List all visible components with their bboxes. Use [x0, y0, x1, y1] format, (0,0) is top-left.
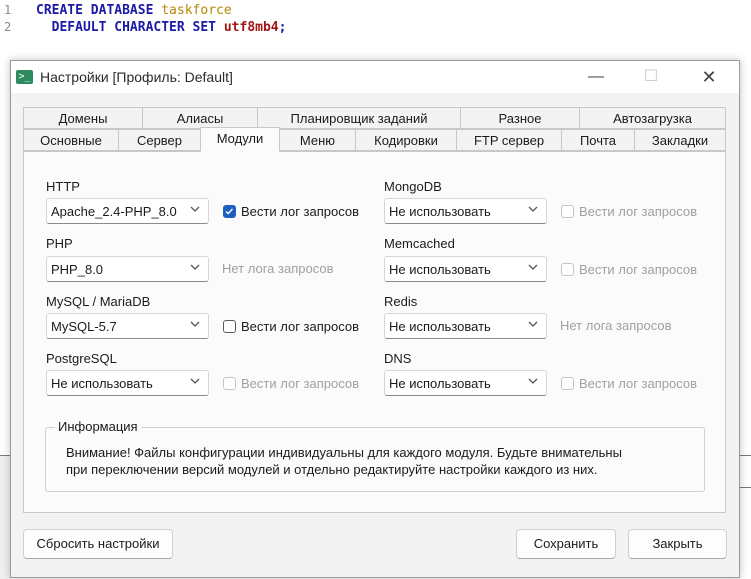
postgresql-select[interactable]: Не использовать [46, 370, 209, 396]
tab-domains[interactable]: Домены [23, 107, 143, 129]
http-select-value: Apache_2.4-PHP_8.0 [51, 204, 177, 219]
postgresql-select-value: Не использовать [51, 376, 153, 391]
mysql-log-label[interactable]: Вести лог запросов [241, 319, 359, 334]
dns-select-value: Не использовать [389, 376, 491, 391]
terminal-icon: >_ [16, 70, 33, 84]
postgresql-label: PostgreSQL [46, 351, 117, 366]
redis-select-value: Не использовать [389, 319, 491, 334]
info-message: Внимание! Файлы конфигурации индивидуаль… [66, 444, 686, 478]
dialog-title: Настройки [Профиль: Default] [40, 69, 233, 85]
info-line: при переключении версий модулей и отдель… [66, 462, 598, 477]
redis-select[interactable]: Не использовать [384, 313, 547, 339]
tab-menu[interactable]: Меню [279, 129, 356, 151]
maximize-button[interactable]: ☐ [629, 61, 673, 93]
chevron-down-icon [528, 321, 538, 327]
chevron-down-icon [190, 321, 200, 327]
http-label: HTTP [46, 179, 80, 194]
dns-label: DNS [384, 351, 412, 366]
tab-ftp-server[interactable]: FTP сервер [456, 129, 562, 151]
tab-server[interactable]: Сервер [118, 129, 201, 151]
memcached-select[interactable]: Не использовать [384, 256, 547, 282]
code-keyword: DEFAULT CHARACTER SET [36, 20, 217, 35]
http-log-checkbox[interactable] [223, 205, 236, 218]
php-select[interactable]: PHP_8.0 [46, 256, 209, 282]
tab-aliases[interactable]: Алиасы [142, 107, 258, 129]
code-semicolon: ; [278, 20, 287, 35]
code-keyword: CREATE DATABASE [36, 3, 154, 18]
code-identifier: taskforce [161, 3, 232, 18]
dns-log-checkbox[interactable] [561, 377, 574, 390]
tab-autostart[interactable]: Автозагрузка [579, 107, 726, 129]
postgresql-log-checkbox[interactable] [223, 377, 236, 390]
postgresql-log-label[interactable]: Вести лог запросов [241, 376, 359, 391]
memcached-select-value: Не использовать [389, 262, 491, 277]
info-line: Внимание! Файлы конфигурации индивидуаль… [66, 445, 622, 460]
mysql-select[interactable]: MySQL-5.7 [46, 313, 209, 339]
minimize-button[interactable]: — [574, 61, 618, 93]
chevron-down-icon [190, 264, 200, 270]
close-window-button[interactable]: ✕ [687, 61, 731, 93]
mongodb-select[interactable]: Не использовать [384, 198, 547, 224]
checkmark-icon [225, 208, 233, 215]
chevron-down-icon [528, 264, 538, 270]
http-log-label[interactable]: Вести лог запросов [241, 204, 359, 219]
save-button[interactable]: Сохранить [516, 529, 616, 559]
redis-no-log-text: Нет лога запросов [560, 318, 672, 333]
tab-misc[interactable]: Разное [460, 107, 580, 129]
tab-modules[interactable]: Модули [200, 127, 280, 152]
mongodb-log-label[interactable]: Вести лог запросов [579, 204, 697, 219]
tab-scheduler[interactable]: Планировщик заданий [257, 107, 461, 129]
code-value: utf8mb4 [223, 20, 279, 35]
line-number: 2 [4, 20, 12, 34]
mysql-log-checkbox[interactable] [223, 320, 236, 333]
redis-label: Redis [384, 294, 418, 309]
tab-bookmarks[interactable]: Закладки [634, 129, 726, 151]
chevron-down-icon [190, 206, 200, 212]
php-no-log-text: Нет лога запросов [222, 261, 334, 276]
http-select[interactable]: Apache_2.4-PHP_8.0 [46, 198, 209, 224]
mongodb-select-value: Не использовать [389, 204, 491, 219]
chevron-down-icon [528, 378, 538, 384]
php-select-value: PHP_8.0 [51, 262, 104, 277]
settings-dialog: >_ Настройки [Профиль: Default] — ☐ ✕ До… [10, 60, 740, 578]
info-title: Информация [55, 419, 141, 434]
memcached-log-label[interactable]: Вести лог запросов [579, 262, 697, 277]
mysql-select-value: MySQL-5.7 [51, 319, 117, 334]
tab-general[interactable]: Основные [23, 129, 119, 151]
title-bar[interactable]: >_ Настройки [Профиль: Default] — ☐ ✕ [11, 61, 739, 93]
memcached-label: Memcached [384, 236, 455, 251]
mongodb-log-checkbox[interactable] [561, 205, 574, 218]
chevron-down-icon [528, 206, 538, 212]
mysql-label: MySQL / MariaDB [46, 294, 151, 309]
dns-log-label[interactable]: Вести лог запросов [579, 376, 697, 391]
tab-encodings[interactable]: Кодировки [355, 129, 457, 151]
close-button[interactable]: Закрыть [628, 529, 727, 559]
dns-select[interactable]: Не использовать [384, 370, 547, 396]
chevron-down-icon [190, 378, 200, 384]
tab-mail[interactable]: Почта [561, 129, 635, 151]
reset-settings-button[interactable]: Сбросить настройки [23, 529, 173, 559]
mongodb-label: MongoDB [384, 179, 442, 194]
php-label: PHP [46, 236, 73, 251]
line-number: 1 [4, 3, 12, 17]
memcached-log-checkbox[interactable] [561, 263, 574, 276]
